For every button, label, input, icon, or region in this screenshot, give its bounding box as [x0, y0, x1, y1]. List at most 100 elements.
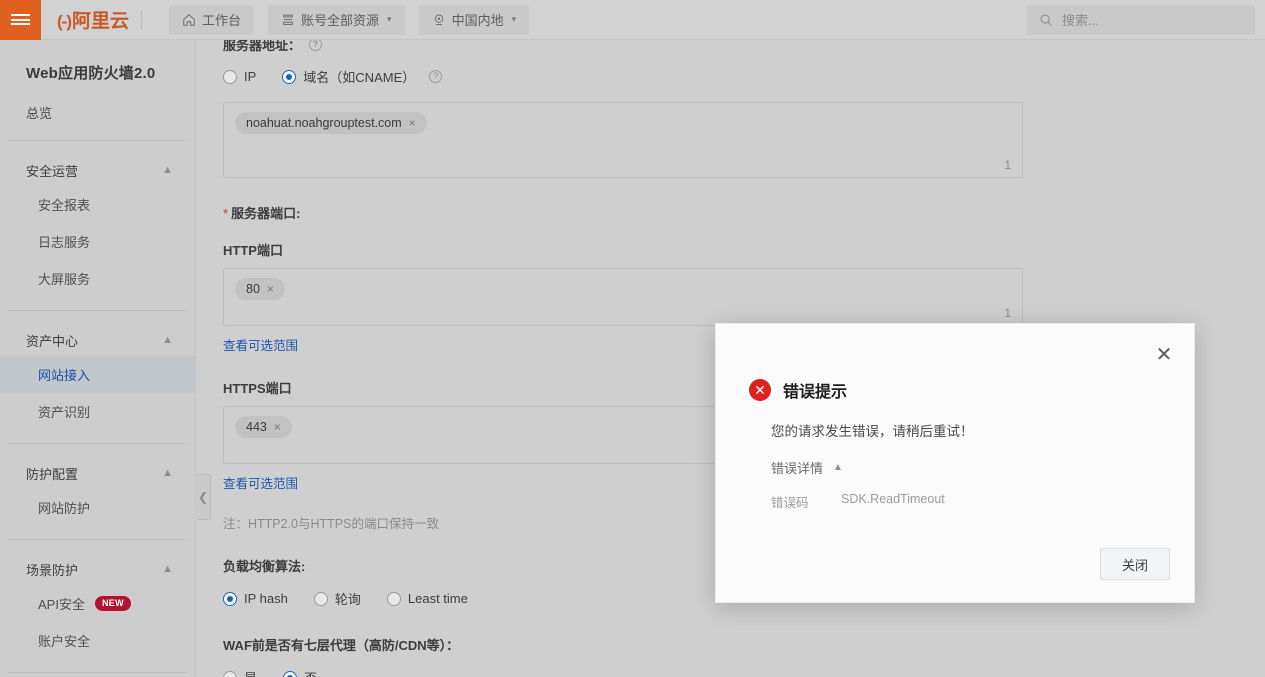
home-icon: [182, 13, 196, 27]
tag-remove-icon[interactable]: ×: [409, 117, 416, 129]
sidebar-group-header[interactable]: 场景防护 ▲: [0, 554, 195, 585]
search-input[interactable]: 搜索...: [1027, 4, 1255, 35]
tag-remove-icon[interactable]: ×: [274, 421, 281, 433]
sidebar-item-label: 日志服务: [38, 235, 91, 250]
radio-option-ip[interactable]: IP: [223, 69, 256, 84]
server-address-label-row: 服务器地址： ?: [223, 40, 1265, 54]
sidebar-item-account-security[interactable]: 账户安全: [0, 622, 195, 659]
domain-tag-input[interactable]: noahuat.noahgrouptest.com × 1: [223, 102, 1023, 178]
radio-option-ip-hash[interactable]: IP hash: [223, 591, 288, 606]
aliyun-logo-mark: (-): [57, 12, 72, 31]
tag-item[interactable]: 443 ×: [235, 416, 292, 438]
sidebar-group-header[interactable]: 防护配置 ▲: [0, 458, 195, 489]
sidebar-item-label: 网站接入: [38, 368, 91, 383]
required-mark: *: [223, 206, 229, 221]
radio-option-no[interactable]: 否: [283, 668, 317, 677]
sidebar-item-asset-identification[interactable]: 资产识别: [0, 393, 195, 430]
tag-label: 443: [246, 420, 267, 434]
tag-label: noahuat.noahgrouptest.com: [246, 116, 402, 130]
tag-remove-icon[interactable]: ×: [267, 283, 274, 295]
sidebar-item-label: API安全: [38, 597, 85, 612]
radio-indicator: [223, 69, 237, 84]
radio-option-round-robin[interactable]: 轮询: [313, 589, 361, 608]
sidebar-group-security-operations: 安全运营 ▲ 安全报表 日志服务 大屏服务: [0, 141, 195, 310]
dialog-footer: 关闭: [1100, 548, 1170, 580]
sidebar-item-bigscreen-service[interactable]: 大屏服务: [0, 260, 195, 297]
dialog-message: 您的请求发生错误，请稍后重试！: [771, 424, 974, 439]
radio-option-least-time[interactable]: Least time: [386, 591, 468, 606]
question-circle-icon[interactable]: ?: [429, 70, 443, 83]
hamburger-icon[interactable]: [0, 0, 41, 40]
question-circle-icon[interactable]: ?: [309, 40, 323, 51]
radio-label: Least time: [407, 591, 468, 606]
sidebar-group-asset-center: 资产中心 ▲ 网站接入 资产识别: [0, 311, 195, 443]
hamburger-bar: [11, 14, 30, 16]
hamburger-bar: [11, 23, 30, 25]
tag-item[interactable]: 80 ×: [235, 278, 285, 300]
sidebar-item-website-protection[interactable]: 网站防护: [0, 489, 195, 526]
radio-option-domain[interactable]: 域名（如CNAME）: [282, 67, 415, 86]
close-icon[interactable]: ✕: [1153, 344, 1175, 366]
search-placeholder: 搜索...: [1062, 13, 1099, 28]
sidebar-group-title: 安全运营: [26, 164, 79, 179]
dialog-title: 错误提示: [783, 384, 848, 401]
radio-label: IP hash: [244, 591, 288, 606]
sidebar-item-api-security[interactable]: API安全 NEW: [0, 585, 195, 622]
status-badge-new: NEW: [94, 595, 131, 612]
tag-count: 1: [1004, 158, 1011, 172]
sidebar-item-overview[interactable]: 总览: [0, 83, 195, 140]
server-port-label: * 服务器端口:: [223, 203, 1265, 222]
sidebar-group-header[interactable]: 安全运营 ▲: [0, 155, 195, 186]
sidebar-item-label: 大屏服务: [38, 272, 91, 287]
hamburger-bar: [11, 18, 30, 21]
tag-label: 80: [246, 282, 260, 296]
error-dialog: ✕ ✕ 错误提示 您的请求发生错误，请稍后重试！ 错误详情 ▲ 错误码 SDK.…: [715, 323, 1195, 603]
location-pin-icon: [432, 13, 446, 27]
waf-proxy-radio-group: 是 否: [223, 668, 1265, 677]
sidebar-item-label: 账户安全: [38, 634, 91, 649]
sidebar-collapse-handle[interactable]: ❮: [197, 474, 211, 520]
error-code-value: SDK.ReadTimeout: [841, 492, 945, 506]
sidebar-item-label: 资产识别: [38, 405, 91, 420]
error-detail-toggle[interactable]: 错误详情 ▲: [771, 458, 843, 477]
sidebar-group-scenario-protection: 场景防护 ▲ API安全 NEW 账户安全: [0, 540, 195, 672]
sidebar-divider: [8, 672, 187, 673]
error-detail-row: 错误码 SDK.ReadTimeout: [771, 492, 1154, 511]
sidebar-item-label: 网站防护: [38, 501, 91, 516]
error-circle-icon: ✕: [749, 379, 771, 401]
brand-logo[interactable]: (-) 阿里云: [41, 0, 155, 40]
nav-region-label: 中国内地: [451, 13, 504, 28]
error-code-label: 错误码: [771, 496, 809, 510]
sidebar-item-website-access[interactable]: 网站接入: [0, 356, 195, 393]
error-detail-toggle-label: 错误详情: [771, 461, 824, 476]
radio-option-yes[interactable]: 是: [223, 668, 257, 677]
close-button[interactable]: 关闭: [1100, 548, 1170, 580]
sidebar-item-security-report[interactable]: 安全报表: [0, 186, 195, 223]
server-address-type-radio-group: IP 域名（如CNAME） ?: [223, 67, 1265, 86]
radio-indicator: [282, 69, 297, 84]
radio-indicator: [313, 591, 328, 606]
top-navigation-bar: (-) 阿里云 工作台 账号全部资源 ▾ 中国内地 ▾ 搜索...: [0, 0, 1265, 40]
sidebar-item-log-service[interactable]: 日志服务: [0, 223, 195, 260]
chevron-up-icon: ▲: [162, 164, 173, 176]
nav-resources-button[interactable]: 账号全部资源 ▾: [268, 4, 405, 35]
tag-item[interactable]: noahuat.noahgrouptest.com ×: [235, 112, 427, 134]
nav-workbench-button[interactable]: 工作台: [169, 4, 255, 35]
sidebar-group-title: 资产中心: [26, 334, 79, 349]
http-port-tag-input[interactable]: 80 × 1: [223, 268, 1023, 326]
chevron-up-icon: ▲: [162, 467, 173, 479]
nav-region-button[interactable]: 中国内地 ▾: [418, 4, 530, 35]
radio-label: 否: [304, 668, 317, 677]
chevron-left-icon: ❮: [197, 490, 209, 504]
waf-proxy-label: WAF前是否有七层代理（高防/CDN等）：: [223, 638, 460, 653]
dialog-body: ✕ 错误提示 您的请求发生错误，请稍后重试！ 错误详情 ▲ 错误码 SDK.Re…: [716, 324, 1194, 511]
radio-label: 域名（如CNAME）: [303, 70, 416, 85]
nav-workbench-label: 工作台: [202, 13, 242, 28]
app-root: (-) 阿里云 工作台 账号全部资源 ▾ 中国内地 ▾ 搜索... Web应用防…: [0, 0, 1265, 677]
radio-indicator: [283, 670, 298, 677]
sidebar-group-header[interactable]: 资产中心 ▲: [0, 325, 195, 356]
search-icon: [1039, 13, 1053, 27]
nav-resources-label: 账号全部资源: [301, 13, 380, 28]
aliyun-logo-text: 阿里云: [71, 11, 129, 32]
radio-label: IP: [244, 69, 257, 84]
